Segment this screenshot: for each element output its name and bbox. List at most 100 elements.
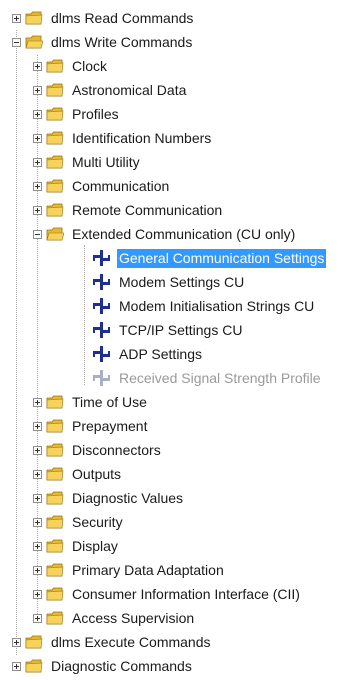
tree-item-label: Security: [72, 513, 123, 530]
expand-icon[interactable]: [33, 205, 42, 215]
tree-item-modem-initialisation-strings-cu[interactable]: Modem Initialisation Strings CU: [92, 296, 316, 316]
command-icon: [93, 322, 110, 338]
command-icon: [93, 370, 110, 386]
tree-item-profiles[interactable]: Profiles: [33, 104, 121, 124]
tree-item-label: Received Signal Strength Profile: [119, 369, 321, 386]
expand-icon[interactable]: [33, 613, 42, 623]
tree-item-label: General Communication Settings: [117, 248, 327, 268]
tree-item-remote-communication[interactable]: Remote Communication: [33, 200, 224, 220]
expand-icon[interactable]: [33, 445, 42, 455]
tree-item-multi-utility[interactable]: Multi Utility: [33, 152, 142, 172]
tree-item-label: Identification Numbers: [72, 129, 212, 146]
tree-item-label: Disconnectors: [72, 441, 161, 458]
tree-line: [16, 30, 17, 655]
tree-item-label: Time of Use: [72, 393, 147, 410]
tree-item-label: Diagnostic Commands: [51, 657, 192, 674]
expand-icon[interactable]: [33, 541, 42, 551]
tree-item-astronomical-data[interactable]: Astronomical Data: [33, 80, 188, 100]
tree-item-extended-communication[interactable]: Extended Communication (CU only): [33, 224, 297, 244]
expand-icon[interactable]: [33, 157, 42, 167]
tree-item-diagnostic-values[interactable]: Diagnostic Values: [33, 488, 185, 508]
folder-icon: [46, 203, 64, 217]
tree-item-label: Diagnostic Values: [72, 489, 184, 506]
command-icon: [93, 250, 110, 266]
tree-item-display[interactable]: Display: [33, 536, 120, 556]
tree-item-dlms-read-commands[interactable]: dlms Read Commands: [12, 8, 195, 28]
expand-icon[interactable]: [33, 565, 42, 575]
expand-icon[interactable]: [12, 13, 21, 23]
tree-item-label: Prepayment: [72, 417, 148, 434]
tree-item-outputs[interactable]: Outputs: [33, 464, 123, 484]
command-icon: [93, 298, 110, 314]
tree-item-security[interactable]: Security: [33, 512, 125, 532]
expand-icon[interactable]: [33, 517, 42, 527]
collapse-icon[interactable]: [33, 229, 42, 239]
folder-icon: [46, 59, 64, 73]
tree-item-prepayment[interactable]: Prepayment: [33, 416, 149, 436]
tree-item-general-communication-settings[interactable]: General Communication Settings: [92, 248, 327, 268]
expand-icon[interactable]: [12, 661, 21, 671]
tree-item-label: Access Supervision: [72, 609, 195, 626]
expand-icon[interactable]: [33, 109, 42, 119]
tree-item-label: Primary Data Adaptation: [72, 561, 224, 578]
tree-item-access-supervision[interactable]: Access Supervision: [33, 608, 196, 628]
tree-item-dlms-execute-commands[interactable]: dlms Execute Commands: [12, 632, 213, 652]
tree-item-label: Extended Communication (CU only): [72, 225, 296, 242]
command-tree[interactable]: dlms Read Commands dlms Write Commands C…: [0, 0, 352, 680]
tree-item-label: Clock: [72, 57, 108, 74]
tree-item-communication[interactable]: Communication: [33, 176, 171, 196]
tree-item-identification-numbers[interactable]: Identification Numbers: [33, 128, 213, 148]
expand-icon[interactable]: [12, 637, 21, 647]
tree-item-label: dlms Write Commands: [51, 33, 193, 50]
tree-item-adp-settings[interactable]: ADP Settings: [92, 344, 204, 364]
expand-icon[interactable]: [33, 61, 42, 71]
folder-icon: [25, 11, 43, 25]
folder-icon: [46, 587, 64, 601]
tree-item-label: Profiles: [72, 105, 119, 122]
command-icon: [93, 274, 110, 290]
command-icon: [93, 346, 110, 362]
tree-item-label: Communication: [72, 177, 170, 194]
collapse-icon[interactable]: [12, 37, 21, 47]
folder-icon: [25, 635, 43, 649]
tree-item-received-signal-strength-profile: Received Signal Strength Profile: [92, 368, 323, 388]
tree-item-label: Outputs: [72, 465, 122, 482]
tree-item-modem-settings-cu[interactable]: Modem Settings CU: [92, 272, 246, 292]
folder-icon: [46, 563, 64, 577]
tree-item-label: dlms Execute Commands: [51, 633, 211, 650]
expand-icon[interactable]: [33, 181, 42, 191]
tree-item-label: ADP Settings: [119, 345, 203, 362]
tree-item-clock[interactable]: Clock: [33, 56, 109, 76]
tree-line: [84, 245, 85, 385]
tree-item-dlms-write-commands[interactable]: dlms Write Commands: [12, 32, 194, 52]
folder-icon: [46, 131, 64, 145]
tree-item-time-of-use[interactable]: Time of Use: [33, 392, 149, 412]
folder-icon: [46, 107, 64, 121]
expand-icon[interactable]: [33, 469, 42, 479]
tree-item-label: Multi Utility: [72, 153, 140, 170]
tree-item-label: Astronomical Data: [72, 81, 187, 98]
expand-icon[interactable]: [33, 85, 42, 95]
tree-item-disconnectors[interactable]: Disconnectors: [33, 440, 163, 460]
folder-icon: [46, 155, 64, 169]
folder-icon: [46, 83, 64, 97]
tree-item-consumer-information-interface[interactable]: Consumer Information Interface (CII): [33, 584, 302, 604]
folder-icon: [46, 419, 64, 433]
tree-item-label: Modem Settings CU: [119, 273, 245, 290]
tree-item-label: dlms Read Commands: [51, 9, 194, 26]
folder-icon: [25, 659, 43, 673]
folder-icon: [46, 539, 64, 553]
folder-icon: [46, 515, 64, 529]
tree-item-tcp-ip-settings-cu[interactable]: TCP/IP Settings CU: [92, 320, 244, 340]
expand-icon[interactable]: [33, 133, 42, 143]
expand-icon[interactable]: [33, 493, 42, 503]
tree-item-diagnostic-commands[interactable]: Diagnostic Commands: [12, 656, 194, 676]
tree-item-primary-data-adaptation[interactable]: Primary Data Adaptation: [33, 560, 226, 580]
expand-icon[interactable]: [33, 421, 42, 431]
tree-item-label: TCP/IP Settings CU: [119, 321, 243, 338]
expand-icon[interactable]: [33, 397, 42, 407]
tree-item-label: Consumer Information Interface (CII): [72, 585, 300, 602]
expand-icon[interactable]: [33, 589, 42, 599]
folder-icon: [46, 179, 64, 193]
tree-item-label: Modem Initialisation Strings CU: [119, 297, 315, 314]
